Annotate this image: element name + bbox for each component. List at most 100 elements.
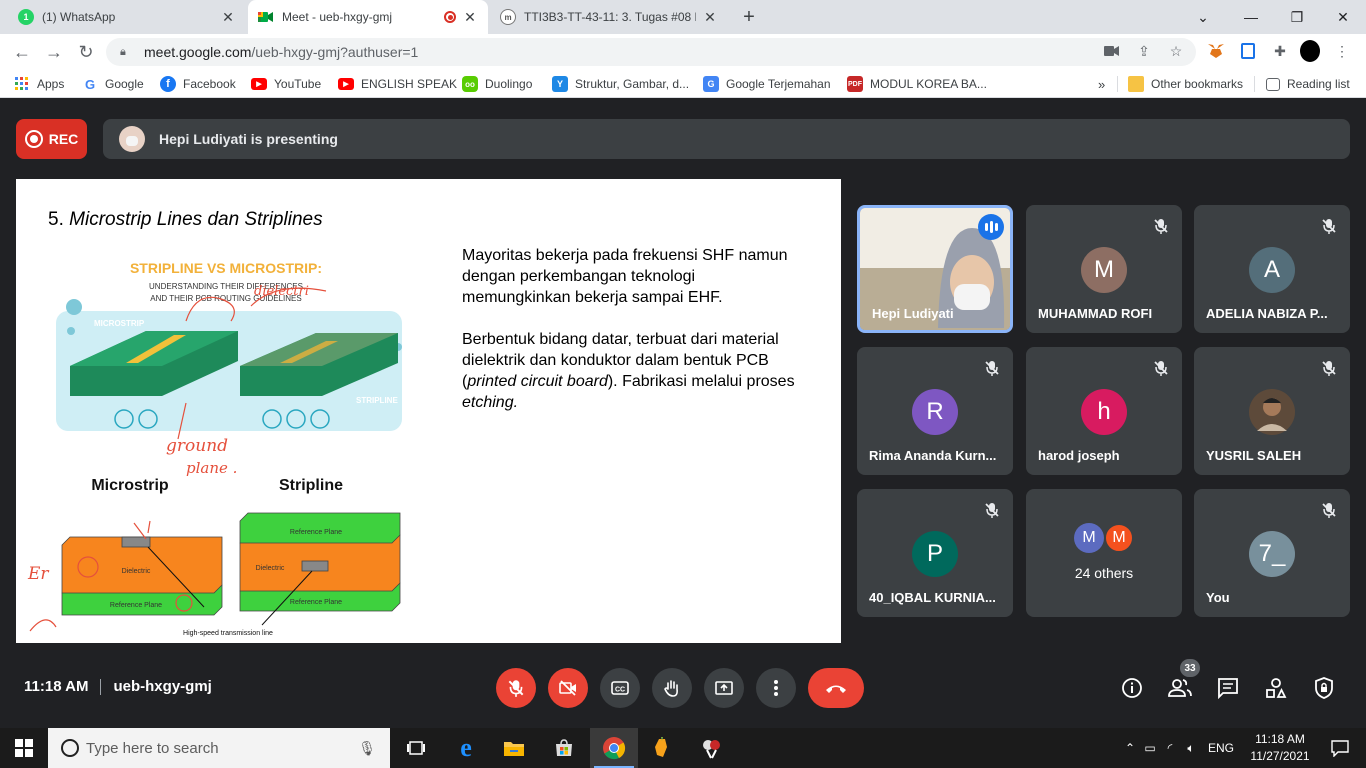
language-indicator[interactable]: ENG xyxy=(1208,741,1234,755)
notifications-button[interactable] xyxy=(1316,728,1364,768)
taskbar-search[interactable]: Type here to search 🎙︎ xyxy=(48,728,390,768)
others-tile[interactable]: M M 24 others xyxy=(1026,489,1182,617)
forward-button[interactable]: → xyxy=(42,40,66,64)
toggle-camera-button[interactable] xyxy=(548,668,588,708)
activities-button[interactable] xyxy=(1264,676,1288,700)
volume-icon[interactable]: 🔈︎ xyxy=(1180,741,1202,756)
toggle-mic-button[interactable] xyxy=(496,668,536,708)
new-tab-button[interactable]: + xyxy=(732,0,766,34)
tab-whatsapp[interactable]: 1 (1) WhatsApp ✕ xyxy=(8,0,246,34)
presenter-avatar xyxy=(119,126,145,152)
tab-meet[interactable]: Meet - ueb-hxgy-gmj ✕ xyxy=(248,0,488,34)
divider xyxy=(1254,76,1255,92)
profile-avatar[interactable] xyxy=(1300,40,1320,62)
raise-hand-button[interactable] xyxy=(652,668,692,708)
participant-tile[interactable]: YUSRIL SALEH xyxy=(1194,347,1350,475)
recording-badge[interactable]: REC xyxy=(16,119,87,159)
close-icon[interactable]: ✕ xyxy=(462,9,478,25)
edge-app[interactable]: e xyxy=(442,728,490,768)
bookmark-label: Duolingo xyxy=(485,77,533,91)
file-explorer-app[interactable] xyxy=(490,728,538,768)
captions-button[interactable]: CC xyxy=(600,668,640,708)
task-view-button[interactable] xyxy=(392,728,440,768)
pdf-icon: PDF xyxy=(847,76,863,92)
bookmark-google[interactable]: G Google xyxy=(82,75,144,93)
camera-in-use-icon[interactable] xyxy=(1102,41,1122,61)
battery-icon[interactable]: ▭ xyxy=(1140,741,1160,755)
chat-button[interactable] xyxy=(1216,676,1240,700)
participant-tile[interactable]: A ADELIA NABIZA P... xyxy=(1194,205,1350,333)
participant-avatar: M xyxy=(1081,247,1127,293)
minimize-button[interactable]: — xyxy=(1228,0,1274,34)
search-placeholder: Type here to search xyxy=(86,739,219,757)
share-icon[interactable]: ⇪ xyxy=(1134,41,1154,61)
leave-call-button[interactable] xyxy=(808,668,864,708)
bookmark-facebook[interactable]: f Facebook xyxy=(160,75,236,93)
participant-tile[interactable]: R Rima Ananda Kurn... xyxy=(857,347,1013,475)
puzzle-icon[interactable]: ✚ xyxy=(1270,41,1290,61)
wifi-icon[interactable]: ◜ xyxy=(1160,741,1180,755)
chrome-app[interactable] xyxy=(590,728,638,768)
handwriting-ground: ground xyxy=(166,436,228,456)
bookmark-google-terjemahan[interactable]: G Google Terjemahan xyxy=(703,75,831,93)
restore-icon: ❐ xyxy=(1290,8,1304,25)
tab-title: (1) WhatsApp xyxy=(42,10,116,24)
participant-name: 40_IQBAL KURNIA... xyxy=(869,590,996,605)
bookmark-duolingo[interactable]: oo Duolingo xyxy=(462,75,532,93)
participant-tile[interactable]: h harod joseph xyxy=(1026,347,1182,475)
whatsapp-icon: 1 xyxy=(18,9,34,25)
participant-count-badge: 33 xyxy=(1180,659,1200,677)
mic-off-icon xyxy=(508,680,524,697)
chevron-up-icon[interactable]: ⌃ xyxy=(1120,741,1140,755)
tab-strip: 1 (1) WhatsApp ✕ Meet - ueb-hxgy-gmj ✕ m… xyxy=(0,0,1366,34)
meeting-info-button[interactable] xyxy=(1120,676,1144,700)
reading-list-button[interactable]: Reading list xyxy=(1266,75,1350,93)
close-icon[interactable]: ✕ xyxy=(702,9,718,25)
start-button[interactable] xyxy=(0,728,48,768)
extension-icon[interactable] xyxy=(1238,41,1258,61)
address-bar[interactable]: 🔒︎ meet.google.com/ueb-hxgy-gmj?authuser… xyxy=(106,38,1196,66)
close-icon[interactable]: ✕ xyxy=(220,9,236,25)
bookmark-apps[interactable]: Apps xyxy=(14,75,64,93)
participant-tile[interactable]: M MUHAMMAD ROFI xyxy=(1026,205,1182,333)
snipping-app[interactable] xyxy=(688,728,736,768)
back-button[interactable]: ← xyxy=(10,40,34,64)
store-app[interactable] xyxy=(540,728,588,768)
microphone-icon[interactable]: 🎙︎ xyxy=(358,740,376,757)
chat-icon xyxy=(1218,678,1238,699)
svg-text:CC: CC xyxy=(615,687,625,694)
bookmark-label: ENGLISH SPEAK xyxy=(361,77,458,91)
close-window-button[interactable]: ✕ xyxy=(1320,0,1366,34)
participant-tile[interactable]: P 40_IQBAL KURNIA... xyxy=(857,489,1013,617)
menu-icon[interactable]: ⋮ xyxy=(1332,41,1352,61)
participant-tile-self[interactable]: 7_ You xyxy=(1194,489,1350,617)
other-bookmarks-button[interactable]: Other bookmarks xyxy=(1128,75,1243,93)
participant-tile-presenter[interactable]: Hepi Ludiyati xyxy=(857,205,1013,333)
bookmark-modul-korea[interactable]: PDF MODUL KOREA BA... xyxy=(847,75,987,93)
fl-studio-app[interactable] xyxy=(638,728,686,768)
bookmark-english-speak[interactable]: ▶ ENGLISH SPEAK xyxy=(338,75,457,93)
clock-date: 11/27/2021 xyxy=(1250,749,1310,763)
tab-moodle[interactable]: m TTI3B3-TT-43-11: 3. Tugas #08 P... ✕ xyxy=(490,0,728,34)
bookmark-struktur[interactable]: Y Struktur, Gambar, d... xyxy=(552,75,689,93)
taskbar-clock[interactable]: 11:18 AM 11/27/2021 xyxy=(1248,731,1312,765)
youtube-icon: ▶ xyxy=(251,78,267,90)
bookmarks-overflow-button[interactable]: » xyxy=(1098,75,1105,93)
meeting-details: 11:18 AM ueb-hxgy-gmj xyxy=(24,678,212,695)
present-now-button[interactable] xyxy=(704,668,744,708)
activities-icon xyxy=(1266,678,1287,698)
restore-button[interactable]: ❐ xyxy=(1274,0,1320,34)
bookmark-youtube[interactable]: ▶ YouTube xyxy=(251,75,321,93)
participant-name: harod joseph xyxy=(1038,448,1120,463)
tab-title: TTI3B3-TT-43-11: 3. Tugas #08 P... xyxy=(524,10,696,24)
people-button[interactable] xyxy=(1168,676,1192,700)
metamask-extension-icon[interactable] xyxy=(1206,41,1226,61)
tab-search-button[interactable]: ⌄ xyxy=(1180,0,1226,34)
reload-icon: ↻ xyxy=(78,41,94,62)
reload-button[interactable]: ↻ xyxy=(74,40,98,64)
bookmark-star-icon[interactable]: ☆ xyxy=(1166,41,1186,61)
more-options-button[interactable] xyxy=(756,668,796,708)
bookmarks-bar: Apps G Google f Facebook ▶ YouTube ▶ ENG… xyxy=(0,70,1366,98)
presenting-text: Hepi Ludiyati is presenting xyxy=(159,131,338,147)
host-controls-button[interactable] xyxy=(1312,676,1336,700)
